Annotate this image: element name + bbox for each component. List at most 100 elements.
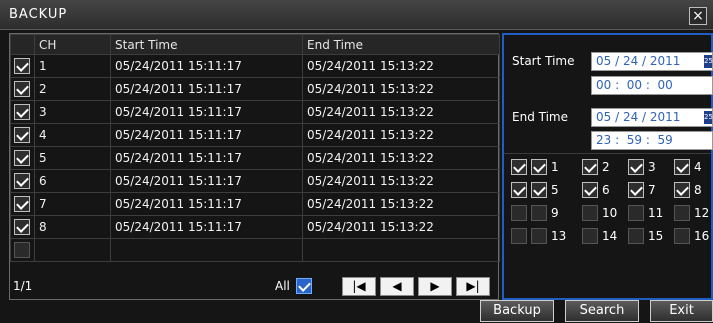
row-checkbox[interactable] [14,196,30,212]
table-row[interactable]: 4 05/24/2011 15:11:17 05/24/2011 15:13:22 [10,123,500,147]
channel-checkbox[interactable] [531,205,547,221]
channel-checkbox[interactable] [582,228,598,244]
cell-start-time [110,238,303,262]
row-checkbox[interactable] [14,173,30,189]
exit-button[interactable]: Exit [650,300,713,322]
table-row[interactable]: 7 05/24/2011 15:11:17 05/24/2011 15:13:22 [10,192,500,216]
channel-checkbox[interactable] [628,182,644,198]
title-bar: BACKUP × [0,0,713,30]
search-panel: Start Time 05 / 24 / 2011 25 00 : 00 : 0… [502,33,713,300]
cell-end-time: 05/24/2011 15:13:22 [302,54,500,78]
last-page-button[interactable]: ▶| [456,277,490,296]
channel-checkbox[interactable] [628,205,644,221]
header-ch: CH [34,34,111,55]
channel-option[interactable]: 6 [582,182,610,200]
table-row[interactable]: 6 05/24/2011 15:11:17 05/24/2011 15:13:22 [10,169,500,193]
channel-checkbox[interactable] [582,182,598,198]
channel-option[interactable]: 14 [582,228,617,246]
end-time-field[interactable]: 23 : 59 : 59 [591,131,713,150]
table-row[interactable]: 8 05/24/2011 15:11:17 05/24/2011 15:13:22 [10,215,500,239]
channel-option[interactable]: 15 [628,228,663,246]
channel-checkbox[interactable] [674,159,690,175]
channel-checkbox[interactable] [628,159,644,175]
channel-option[interactable]: 12 [674,205,709,223]
channel-option[interactable]: 11 [628,205,663,223]
cell-end-time [302,238,500,262]
cell-start-time: 05/24/2011 15:11:17 [110,123,303,147]
channel-label: 14 [602,229,618,243]
channel-option[interactable]: 13 [531,228,566,246]
channel-row-checkbox[interactable] [511,182,527,198]
cell-ch: 3 [34,100,111,124]
cell-start-time: 05/24/2011 15:11:17 [110,100,303,124]
cell-ch: 2 [34,77,111,101]
channel-label: 16 [694,229,710,243]
channel-row-checkbox[interactable] [511,205,527,221]
channel-checkbox[interactable] [531,182,547,198]
next-page-button[interactable]: ▶ [418,277,452,296]
channel-checkbox[interactable] [674,205,690,221]
cell-start-time: 05/24/2011 15:11:17 [110,77,303,101]
first-page-button[interactable]: |◀ [342,277,376,296]
channel-option[interactable]: 2 [582,159,610,177]
start-time-label: Start Time [512,54,575,68]
channel-checkbox[interactable] [674,182,690,198]
all-label: All [275,279,290,293]
next-page-icon: ▶ [430,279,440,293]
channel-option[interactable]: 8 [674,182,702,200]
channel-option[interactable]: 7 [628,182,656,200]
table-row[interactable]: 1 05/24/2011 15:11:17 05/24/2011 15:13:22 [10,54,500,78]
channel-label: 12 [694,206,710,220]
table-row[interactable] [10,238,500,262]
cell-start-time: 05/24/2011 15:11:17 [110,54,303,78]
channel-checkbox[interactable] [674,228,690,244]
channel-row-checkbox[interactable] [511,228,527,244]
channel-checkbox[interactable] [531,159,547,175]
row-checkbox[interactable] [14,58,30,74]
end-date-field[interactable]: 05 / 24 / 2011 [591,108,713,127]
cell-end-time: 05/24/2011 15:13:22 [302,192,500,216]
channel-checkbox[interactable] [582,205,598,221]
row-checkbox[interactable] [14,104,30,120]
start-time-field[interactable]: 00 : 00 : 00 [591,76,713,95]
channel-option[interactable]: 3 [628,159,656,177]
row-checkbox[interactable] [14,219,30,235]
channel-option[interactable]: 1 [531,159,559,177]
channel-label: 8 [694,183,702,197]
channel-checkbox[interactable] [531,228,547,244]
channel-checkbox[interactable] [582,159,598,175]
channel-checkbox[interactable] [628,228,644,244]
row-checkbox[interactable] [14,127,30,143]
cell-start-time: 05/24/2011 15:11:17 [110,169,303,193]
start-date-field[interactable]: 05 / 24 / 2011 [591,52,713,71]
close-button[interactable]: × [689,7,707,25]
cell-ch: 8 [34,215,111,239]
channel-option[interactable]: 4 [674,159,702,177]
end-time-label: End Time [512,110,568,124]
table-row[interactable]: 3 05/24/2011 15:11:17 05/24/2011 15:13:22 [10,100,500,124]
row-select-cell [10,192,35,216]
record-table: CH Start Time End Time 1 05/24/2011 15:11… [10,34,500,262]
end-calendar-icon[interactable]: 25 [704,111,713,124]
channel-label: 10 [602,206,618,220]
table-row[interactable]: 2 05/24/2011 15:11:17 05/24/2011 15:13:22 [10,77,500,101]
row-checkbox[interactable] [14,81,30,97]
channel-option[interactable]: 9 [531,205,559,223]
row-checkbox[interactable] [14,150,30,166]
cell-end-time: 05/24/2011 15:13:22 [302,146,500,170]
channel-option[interactable]: 10 [582,205,617,223]
cell-end-time: 05/24/2011 15:13:22 [302,123,500,147]
table-row[interactable]: 5 05/24/2011 15:11:17 05/24/2011 15:13:22 [10,146,500,170]
search-button[interactable]: Search [565,300,639,322]
channel-label: 4 [694,160,702,174]
channel-row-checkbox[interactable] [511,159,527,175]
channel-label: 5 [551,183,559,197]
channel-option[interactable]: 16 [674,228,709,246]
backup-button[interactable]: Backup [480,300,554,322]
channel-option[interactable]: 5 [531,182,559,200]
channel-label: 9 [551,206,559,220]
start-calendar-icon[interactable]: 25 [704,55,713,68]
select-all-checkbox[interactable] [296,278,312,294]
row-checkbox[interactable] [14,242,30,258]
prev-page-button[interactable]: ◀ [380,277,414,296]
